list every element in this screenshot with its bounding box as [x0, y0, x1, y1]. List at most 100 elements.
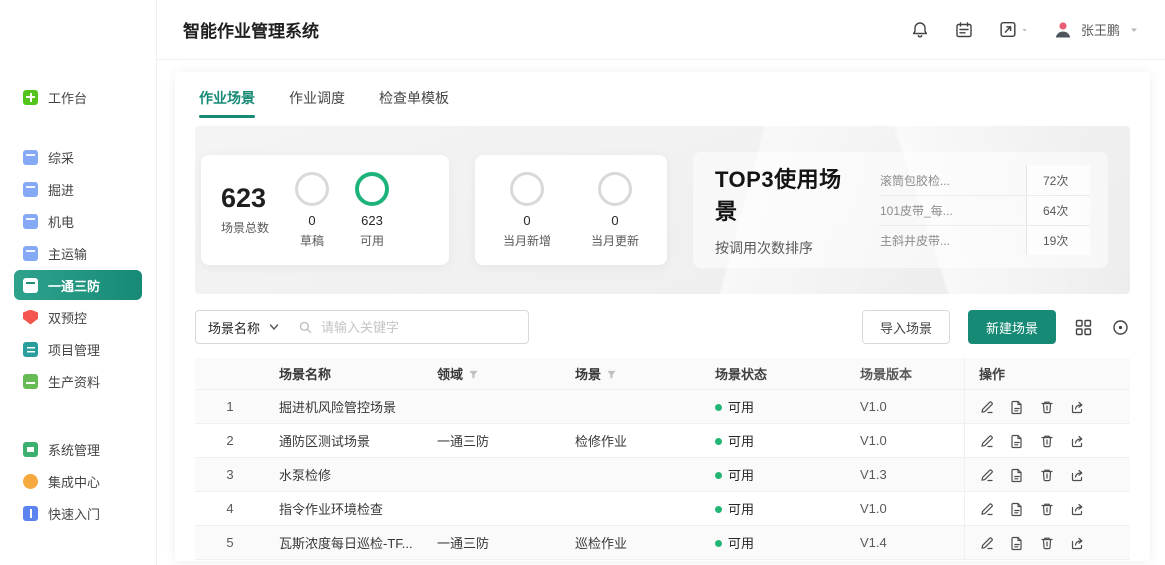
sidebar-item[interactable]: 快速入门 [14, 498, 142, 528]
total-value: 623 [221, 184, 269, 214]
table-row: 5 瓦斯浓度每日巡检-TF... 一通三防 巡检作业 可用 V1.4 [195, 526, 1130, 560]
copy-document-icon[interactable] [1009, 501, 1025, 517]
sidebar-item[interactable]: 系统管理 [14, 434, 142, 464]
share-export-icon[interactable] [1069, 399, 1085, 415]
scene-type: 检修作业 [561, 431, 701, 450]
create-scene-button[interactable]: 新建场景 [968, 310, 1056, 344]
chevron-down-icon [1129, 25, 1139, 35]
sidebar-item[interactable]: 综采 [14, 142, 142, 172]
scene-version: V1.4 [846, 535, 964, 550]
delete-icon[interactable] [1039, 467, 1055, 483]
copy-document-icon[interactable] [1009, 535, 1025, 551]
guide-icon [23, 506, 38, 521]
edit-icon[interactable] [979, 433, 995, 449]
row-index: 5 [195, 535, 265, 550]
status-badge: 可用 [701, 533, 846, 552]
card-view-icon[interactable] [1074, 318, 1093, 337]
sidebar-item-label: 生产资料 [48, 372, 100, 391]
delete-icon[interactable] [1039, 535, 1055, 551]
share-export-icon[interactable] [1069, 501, 1085, 517]
tab[interactable]: 作业调度 [289, 88, 345, 118]
scene-name: 水泵检修 [265, 465, 423, 484]
top3-list: 滚筒包胶检... 72次 101皮带_每... 64次 主斜井皮带... 19次 [880, 165, 1090, 255]
workbench-icon [23, 90, 38, 105]
user-menu[interactable]: 张王鹏 [1052, 19, 1139, 41]
sidebar-item[interactable]: 集成中心 [14, 466, 142, 496]
search-input[interactable] [321, 320, 516, 335]
copy-document-icon[interactable] [1009, 399, 1025, 415]
main-area: 智能作业管理系统 张王鹏 作业场景 作 [157, 0, 1165, 565]
sidebar-item[interactable]: 双预控 [14, 302, 142, 332]
sidebar-item-label: 快速入门 [48, 504, 100, 523]
sidebar-item[interactable]: 主运输 [14, 238, 142, 268]
workspace-switcher-icon[interactable] [998, 20, 1028, 40]
tab[interactable]: 检查单模板 [379, 88, 449, 118]
delete-icon[interactable] [1039, 501, 1055, 517]
calendar-icon [23, 150, 38, 165]
edit-icon[interactable] [979, 399, 995, 415]
edit-icon[interactable] [979, 535, 995, 551]
chevron-down-icon[interactable] [268, 321, 280, 333]
table-header-row: 场景名称 领域 场景 场景状态 场景版本 操作 [195, 358, 1130, 390]
scene-name: 掘进机风险管控场景 [265, 397, 423, 416]
sidebar-item-label: 系统管理 [48, 440, 100, 459]
sidebar-item[interactable]: 掘进 [14, 174, 142, 204]
row-actions [964, 424, 1130, 457]
draft-ring [295, 172, 329, 206]
row-index: 4 [195, 501, 265, 516]
top3-subtitle: 按调用次数排序 [715, 238, 860, 258]
copy-document-icon[interactable] [1009, 467, 1025, 483]
row-actions [964, 526, 1130, 559]
sidebar-item[interactable]: 工作台 [14, 82, 142, 112]
stats-banner: 623 场景总数 0 草稿 623 可用 0 当月新增 [195, 126, 1130, 294]
edit-icon[interactable] [979, 467, 995, 483]
share-export-icon[interactable] [1069, 433, 1085, 449]
table-body: 1 掘进机风险管控场景 可用 V1.0 2 [195, 390, 1130, 560]
table-row: 1 掘进机风险管控场景 可用 V1.0 [195, 390, 1130, 424]
scene-version: V1.3 [846, 467, 964, 482]
top-header: 智能作业管理系统 张王鹏 [157, 0, 1165, 60]
available-ring [355, 172, 389, 206]
share-export-icon[interactable] [1069, 467, 1085, 483]
table-row: 2 通防区测试场景 一通三防 检修作业 可用 V1.0 [195, 424, 1130, 458]
sidebar-item[interactable]: 一通三防 [14, 270, 142, 300]
settings-icon[interactable] [1111, 318, 1130, 337]
top3-item: 主斜井皮带... 19次 [880, 225, 1090, 255]
integration-icon [23, 474, 38, 489]
sidebar-group-top: 工作台 [14, 82, 142, 114]
sidebar-item[interactable]: 生产资料 [14, 366, 142, 396]
calendar-icon[interactable] [954, 20, 974, 40]
scene-type: 巡检作业 [561, 533, 701, 552]
row-actions [964, 458, 1130, 491]
sidebar-item[interactable]: 项目管理 [14, 334, 142, 364]
available-stat: 623 可用 [355, 172, 389, 249]
copy-document-icon[interactable] [1009, 433, 1025, 449]
filter-icon[interactable] [606, 369, 617, 380]
user-name: 张王鹏 [1081, 20, 1120, 39]
delete-icon[interactable] [1039, 399, 1055, 415]
scene-table: 场景名称 领域 场景 场景状态 场景版本 操作 1 掘进机风险管控场景 可用 V… [195, 358, 1130, 560]
page-title: 智能作业管理系统 [183, 17, 319, 42]
sidebar-item-label: 主运输 [48, 244, 87, 263]
tab-bar: 作业场景 作业调度 检查单模板 [195, 82, 1130, 118]
row-index: 2 [195, 433, 265, 448]
monthly-card: 0 当月新增 0 当月更新 [475, 155, 667, 265]
share-export-icon[interactable] [1069, 535, 1085, 551]
search-icon [298, 320, 313, 335]
clipboard-icon [23, 342, 38, 357]
row-actions [964, 492, 1130, 525]
edit-icon[interactable] [979, 501, 995, 517]
bell-icon[interactable] [910, 20, 930, 40]
sidebar-item[interactable]: 机电 [14, 206, 142, 236]
status-badge: 可用 [701, 431, 846, 450]
top3-panel: TOP3使用场景 按调用次数排序 滚筒包胶检... 72次 101皮带_每...… [693, 152, 1108, 268]
system-icon [23, 442, 38, 457]
scene-name: 通防区测试场景 [265, 431, 423, 450]
import-scene-button[interactable]: 导入场景 [862, 310, 950, 344]
delete-icon[interactable] [1039, 433, 1055, 449]
filter-field-select[interactable]: 场景名称 [208, 318, 260, 337]
sidebar-item-label: 掘进 [48, 180, 74, 199]
filter-icon[interactable] [468, 369, 479, 380]
row-index: 1 [195, 399, 265, 414]
tab[interactable]: 作业场景 [199, 88, 255, 118]
